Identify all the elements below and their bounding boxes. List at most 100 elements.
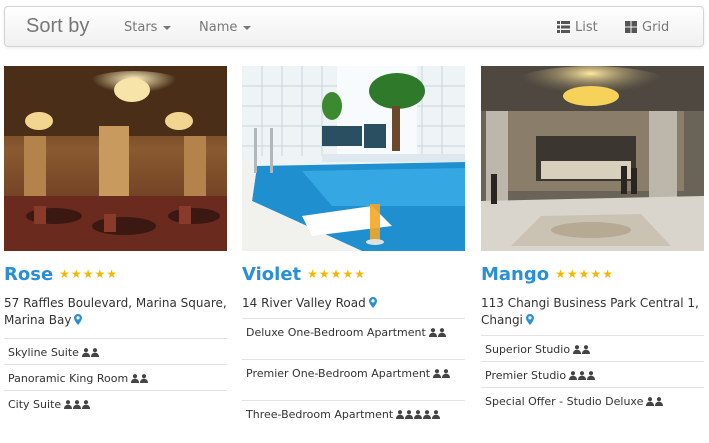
guest-count bbox=[64, 398, 91, 413]
star-icon: ★ bbox=[307, 267, 318, 281]
star-icon: ★ bbox=[59, 267, 70, 281]
star-rating: ★ ★ ★ ★ ★ bbox=[555, 268, 613, 280]
hotel-card: Violet ★ ★ ★ ★ ★ 14 River Valley Road Deluxe… bbox=[242, 66, 465, 441]
room-name: Panoramic King Room bbox=[8, 372, 129, 385]
user-icon bbox=[131, 372, 140, 383]
grid-view-button[interactable]: Grid bbox=[625, 20, 669, 35]
hotel-card: Rose ★ ★ ★ ★ ★ 57 Raffles Boulevard, Marina … bbox=[4, 66, 227, 416]
star-rating: ★ ★ ★ ★ ★ bbox=[59, 268, 117, 280]
user-icon bbox=[442, 367, 451, 378]
guest-count bbox=[81, 346, 100, 361]
sort-name-label: Name bbox=[199, 20, 238, 35]
room-item[interactable]: Deluxe One-Bedroom Apartment bbox=[242, 318, 465, 359]
hotel-card: Mango ★ ★ ★ ★ ★ 113 Changi Business Park Cen… bbox=[481, 66, 704, 428]
room-list: Skyline Suite Panoramic King Room City S… bbox=[4, 338, 227, 416]
map-marker-icon[interactable] bbox=[74, 314, 83, 325]
chevron-down-icon bbox=[243, 25, 252, 30]
user-icon bbox=[433, 367, 442, 378]
user-icon bbox=[64, 398, 73, 409]
room-item[interactable]: Premier Studio bbox=[481, 361, 704, 387]
address-text: 14 River Valley Road bbox=[242, 296, 366, 310]
guest-count bbox=[396, 408, 441, 423]
hotel-address: 113 Changi Business Park Central 1, Chan… bbox=[481, 295, 704, 329]
guest-count bbox=[569, 369, 596, 384]
room-name: Skyline Suite bbox=[8, 346, 79, 359]
room-name: Superior Studio bbox=[485, 343, 571, 356]
guest-count bbox=[646, 395, 664, 410]
user-icon bbox=[428, 326, 437, 337]
map-marker-icon[interactable] bbox=[368, 297, 377, 308]
sort-toolbar: Sort by Stars Name List Grid bbox=[4, 6, 704, 47]
grid-icon bbox=[625, 21, 637, 33]
address-text: 113 Changi Business Park Central 1, Chan… bbox=[481, 296, 699, 327]
star-icon: ★ bbox=[94, 267, 106, 281]
room-item[interactable]: Superior Studio bbox=[481, 335, 704, 361]
user-icon bbox=[437, 326, 446, 337]
star-icon: ★ bbox=[342, 267, 354, 281]
user-icon bbox=[396, 408, 405, 419]
user-icon bbox=[569, 369, 578, 380]
star-icon: ★ bbox=[354, 267, 365, 281]
room-item[interactable]: Skyline Suite bbox=[4, 338, 227, 364]
address-text: 57 Raffles Boulevard, Marina Square, Mar… bbox=[4, 296, 227, 327]
user-icon bbox=[578, 369, 587, 380]
user-icon bbox=[655, 395, 664, 406]
list-icon bbox=[557, 21, 570, 33]
star-icon: ★ bbox=[590, 267, 602, 281]
user-icon bbox=[90, 346, 99, 357]
hotel-address: 14 River Valley Road bbox=[242, 295, 465, 312]
user-icon bbox=[82, 398, 91, 409]
chevron-down-icon bbox=[163, 25, 172, 30]
room-list: Deluxe One-Bedroom Apartment Premier One… bbox=[242, 318, 465, 441]
star-icon: ★ bbox=[602, 267, 613, 281]
star-rating: ★ ★ ★ ★ ★ bbox=[307, 268, 365, 280]
user-icon bbox=[582, 343, 591, 354]
star-icon: ★ bbox=[106, 267, 117, 281]
sort-stars-dropdown[interactable]: Stars bbox=[124, 20, 172, 35]
user-icon bbox=[140, 372, 149, 383]
user-icon bbox=[73, 398, 82, 409]
room-item[interactable]: Special Offer - Studio Deluxe bbox=[481, 387, 704, 428]
room-item[interactable]: Panoramic King Room bbox=[4, 364, 227, 390]
room-list: Superior Studio Premier Studio Special O… bbox=[481, 335, 704, 428]
room-name: City Suite bbox=[8, 398, 62, 411]
room-item[interactable]: Premier One-Bedroom Apartment bbox=[242, 359, 465, 400]
star-icon: ★ bbox=[566, 267, 578, 281]
room-item[interactable]: City Suite bbox=[4, 390, 227, 416]
user-icon bbox=[81, 346, 90, 357]
hotel-name[interactable]: Rose bbox=[4, 264, 53, 285]
user-icon bbox=[414, 408, 423, 419]
star-icon: ★ bbox=[555, 267, 566, 281]
grid-view-label: Grid bbox=[642, 20, 670, 35]
guest-count bbox=[573, 343, 591, 358]
room-name: Three-Bedroom Apartment bbox=[246, 408, 394, 421]
user-icon bbox=[423, 408, 432, 419]
hotel-photo-lobby[interactable] bbox=[4, 66, 227, 251]
star-icon: ★ bbox=[70, 267, 82, 281]
user-icon bbox=[646, 395, 655, 406]
guest-count bbox=[131, 372, 149, 387]
hotel-name[interactable]: Mango bbox=[481, 264, 549, 285]
sort-stars-label: Stars bbox=[124, 20, 158, 35]
user-icon bbox=[587, 369, 596, 380]
hotel-photo-atrium[interactable] bbox=[481, 66, 704, 251]
star-icon: ★ bbox=[82, 267, 94, 281]
user-icon bbox=[573, 343, 582, 354]
map-marker-icon[interactable] bbox=[525, 314, 534, 325]
list-view-label: List bbox=[575, 20, 598, 35]
hotel-address: 57 Raffles Boulevard, Marina Square, Mar… bbox=[4, 295, 227, 329]
room-name: Deluxe One-Bedroom Apartment bbox=[246, 326, 426, 339]
guest-count bbox=[428, 326, 447, 341]
hotel-photo-pool[interactable] bbox=[242, 66, 465, 251]
user-icon bbox=[432, 408, 441, 419]
room-name: Premier One-Bedroom Apartment bbox=[246, 367, 431, 380]
sort-name-dropdown[interactable]: Name bbox=[199, 20, 252, 35]
room-name: Premier Studio bbox=[485, 369, 567, 382]
star-icon: ★ bbox=[578, 267, 590, 281]
list-view-button[interactable]: List bbox=[557, 20, 598, 35]
hotel-name[interactable]: Violet bbox=[242, 264, 301, 285]
guest-count bbox=[433, 367, 451, 382]
sort-by-label: Sort by bbox=[26, 15, 90, 37]
room-name: Special Offer - Studio Deluxe bbox=[485, 395, 644, 408]
room-item[interactable]: Three-Bedroom Apartment bbox=[242, 400, 465, 441]
